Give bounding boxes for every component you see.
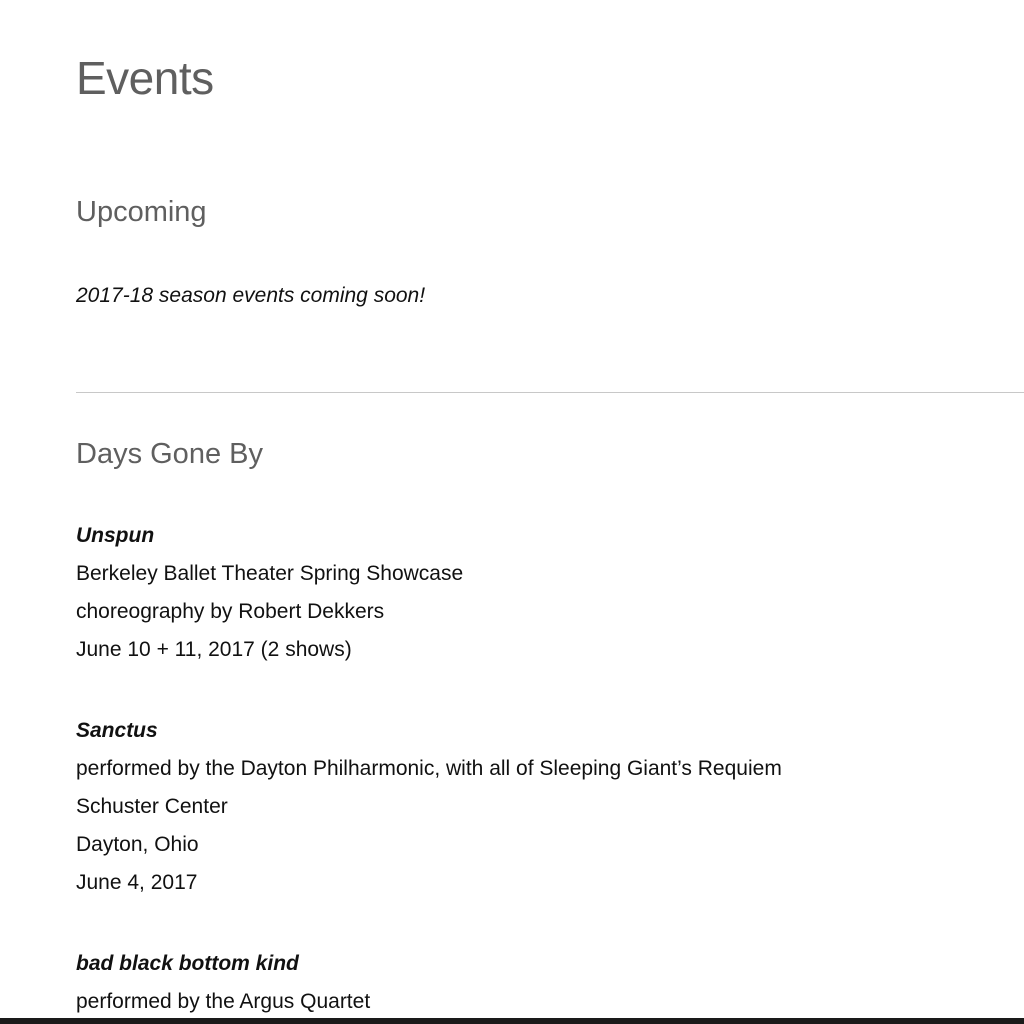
days-gone-by-heading: Days Gone By — [76, 438, 263, 470]
event-detail: Berkeley Ballet Theater Spring Showcase — [76, 562, 464, 585]
event-title: Unspun — [76, 524, 155, 547]
event-title: Sanctus — [76, 719, 158, 742]
upcoming-heading: Upcoming — [76, 196, 207, 228]
upcoming-note: 2017-18 season events coming soon! — [76, 284, 426, 307]
event-location: Dayton, Ohio — [76, 833, 199, 856]
event-detail: performed by the Argus Quartet — [76, 990, 371, 1013]
event-title: bad black bottom kind — [76, 952, 299, 975]
event-date: June 10 + 11, 2017 (2 shows) — [76, 638, 352, 661]
event-bad-black-bottom-kind: bad black bottom kind performed by the A… — [76, 945, 370, 1018]
event-sanctus: Sanctus performed by the Dayton Philharm… — [76, 712, 782, 902]
event-unspun: Unspun Berkeley Ballet Theater Spring Sh… — [76, 517, 463, 669]
event-venue: Schuster Center — [76, 795, 228, 818]
event-detail: choreography by Robert Dekkers — [76, 600, 385, 623]
events-page: Events Upcoming 2017-18 season events co… — [0, 0, 1024, 1018]
event-detail: performed by the Dayton Philharmonic, wi… — [76, 757, 782, 780]
section-divider — [76, 392, 1024, 393]
page-title: Events — [76, 52, 214, 104]
window-bottom-edge — [0, 1018, 1024, 1024]
event-date: June 4, 2017 — [76, 871, 198, 894]
